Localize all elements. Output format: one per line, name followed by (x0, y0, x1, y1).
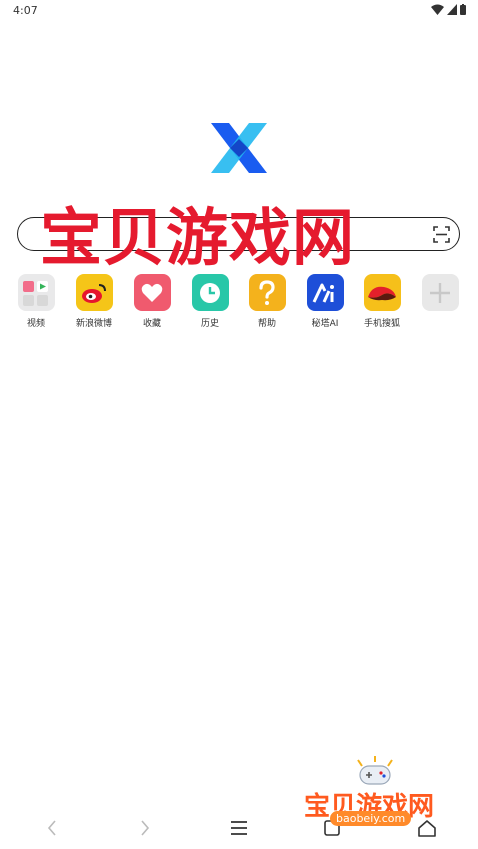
video-folder-icon (17, 274, 55, 311)
shortcut-weibo[interactable]: 新浪微博 (66, 274, 122, 329)
forward-button[interactable] (133, 817, 157, 839)
shortcut-history[interactable]: 历史 (182, 274, 238, 329)
app-logo (209, 121, 269, 175)
shortcut-video[interactable]: 视频 (8, 274, 64, 329)
shortcut-sohu[interactable]: 手机搜狐 (354, 274, 410, 329)
add-shortcut-button[interactable] (412, 274, 468, 316)
heart-icon (133, 274, 171, 311)
watermark-badge: 宝贝游戏网 baobeiy.com (300, 756, 450, 836)
clock-icon (191, 274, 229, 311)
metaso-icon (306, 274, 344, 311)
shortcut-favorites[interactable]: 收藏 (124, 274, 180, 329)
status-bar: 4:07 (0, 0, 478, 22)
chevron-right-icon (141, 820, 150, 836)
question-icon (248, 274, 286, 311)
status-icons (431, 4, 466, 15)
scan-icon[interactable] (433, 226, 450, 243)
weibo-icon (75, 274, 113, 311)
back-button[interactable] (40, 817, 64, 839)
shortcut-label: 新浪微博 (75, 319, 112, 329)
wifi-icon (431, 4, 444, 15)
shortcut-label: 帮助 (257, 319, 276, 329)
shortcut-help[interactable]: 帮助 (239, 274, 295, 329)
battery-icon (460, 4, 466, 15)
gamepad-icon (357, 756, 393, 785)
shortcut-label: 历史 (200, 319, 219, 329)
add-icon (421, 274, 459, 311)
sohu-icon (363, 274, 401, 311)
shortcut-metaso-ai[interactable]: 秘塔AI (297, 274, 353, 329)
shortcut-label: 手机搜狐 (363, 319, 400, 329)
watermark-text: 宝贝游戏网 (40, 201, 356, 274)
shortcut-label: 秘塔AI (311, 319, 339, 329)
shortcut-label: 视频 (26, 319, 45, 329)
badge-url: baobeiy.com (330, 811, 412, 826)
status-time: 4:07 (13, 4, 38, 17)
shortcut-label: 收藏 (142, 319, 161, 329)
shortcut-grid: 视频 新浪微博 收藏 历史 帮助 秘塔AI 手机搜狐 (17, 274, 468, 334)
chevron-left-icon (47, 820, 56, 836)
menu-icon (231, 821, 247, 835)
signal-icon (447, 4, 457, 15)
menu-button[interactable] (227, 817, 251, 839)
